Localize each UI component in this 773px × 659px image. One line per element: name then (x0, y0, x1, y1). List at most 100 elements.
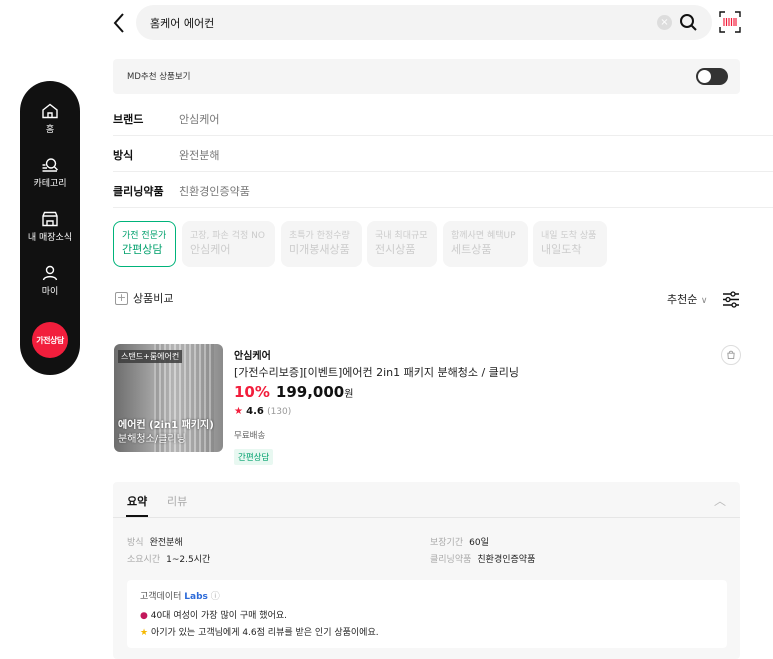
md-recommend-toggle[interactable] (696, 68, 728, 85)
chevron-down-icon: ∨ (700, 296, 708, 306)
filter-key: 클리닝약품 (113, 185, 164, 198)
cart-icon[interactable] (721, 345, 741, 365)
search-bar: × (136, 5, 712, 40)
filter-settings-icon[interactable] (722, 291, 740, 308)
labs-label: Labs (184, 592, 208, 602)
nav-item-store-news[interactable]: 내 매장소식 (20, 211, 80, 243)
search-input[interactable] (150, 5, 650, 40)
nav-item-home[interactable]: 홈 (20, 103, 80, 135)
insight-text: 40대 여성이 가장 많이 구매 했어요. (150, 611, 287, 621)
chip-line1: 함께사면 혜택UP (451, 231, 516, 241)
clear-search-icon[interactable]: × (657, 15, 672, 30)
divider (113, 517, 740, 518)
chevron-up-icon[interactable]: ︿ (714, 492, 726, 509)
spec-duration: 소요시간 1~2.5시간 (127, 552, 210, 565)
product-brand: 안심케어 (234, 351, 271, 362)
chip-easy-consult[interactable]: 가전 전문가 간편상담 (113, 221, 176, 267)
rating-score: 4.6 (246, 406, 264, 417)
md-recommend-label: MD추천 상품보기 (127, 72, 191, 82)
star-icon: ★ (234, 406, 243, 417)
thumbnail-title: 에어컨 (2in1 패키지) (118, 420, 214, 431)
currency-unit: 원 (344, 389, 354, 400)
chip-next-day[interactable]: 내일 도착 상품 내일도착 (533, 221, 607, 267)
md-recommend-bar: MD추천 상품보기 (113, 59, 740, 94)
filter-row-method[interactable]: 방식 완전분해 (113, 136, 773, 172)
filter-value[interactable]: 안심케어 (179, 111, 219, 127)
spec-method: 방식 완전분해 (127, 535, 183, 548)
product-title[interactable]: [가전수리보증][이벤트]에어컨 2in1 패키지 분해청소 / 클리닝 (234, 364, 519, 380)
sort-label: 추천순 (667, 293, 698, 306)
thumbnail-subtitle: 분해청소/클리닝 (118, 434, 186, 445)
consult-button[interactable]: 가전상담 (32, 322, 68, 358)
back-arrow-icon[interactable] (110, 11, 130, 35)
floating-side-nav: 홈 카테고리 내 매장소식 마이 가전상담 (20, 81, 80, 375)
female-avatar-icon: ● (140, 611, 148, 621)
info-icon[interactable]: ⓘ (211, 592, 220, 602)
sort-dropdown[interactable]: 추천순 ∨ (667, 291, 707, 307)
spec-value: 1~2.5시간 (166, 555, 211, 565)
compare-label: 상품비교 (133, 292, 174, 305)
filter-row-brand[interactable]: 브랜드 안심케어 (113, 100, 773, 136)
nav-label-category: 카테고리 (33, 179, 67, 189)
filter-row-cleaning-chemical[interactable]: 클리닝약품 친환경인증약품 (113, 172, 773, 208)
product-price: 10% 199,000원 (234, 383, 353, 401)
search-icon[interactable] (679, 13, 698, 32)
tab-summary[interactable]: 요약 (127, 493, 147, 509)
spec-value: 완전분해 (149, 538, 183, 548)
product-thumbnail[interactable]: 스탠드+룸에어컨 에어컨 (2in1 패키지) 분해청소/클리닝 (114, 344, 223, 452)
chip-safe-care[interactable]: 고장, 파손 걱정 NO 안심케어 (182, 221, 275, 267)
category-search-icon (42, 158, 58, 172)
spec-key: 보장기간 (430, 538, 464, 548)
shipping-info: 무료배송 (234, 431, 266, 441)
nav-label-my: 마이 (41, 287, 59, 297)
chip-line2: 미개봉새상품 (289, 243, 350, 256)
filter-key: 방식 (113, 149, 134, 162)
chip-line1: 고장, 파손 걱정 NO (190, 231, 265, 241)
consult-badge: 간편상담 (234, 449, 274, 465)
spec-value: 60일 (469, 538, 489, 548)
price-value: 199,000 (275, 383, 345, 401)
chip-line2: 세트상품 (451, 243, 492, 256)
store-icon (42, 211, 58, 227)
chip-line2: 안심케어 (190, 243, 231, 256)
chip-line1: 내일 도착 상품 (541, 231, 597, 241)
chip-line1: 초특가 한정수량 (289, 231, 350, 241)
filter-value[interactable]: 완전분해 (179, 147, 219, 163)
filter-value[interactable]: 친환경인증약품 (179, 183, 250, 199)
chip-line2: 전시상품 (375, 243, 416, 256)
tab-review[interactable]: 리뷰 (167, 493, 187, 509)
insight-line: ● 40대 여성이 가장 많이 구매 했어요. (140, 608, 287, 621)
customer-data-insight: 고객데이터 Labs ⓘ ● 40대 여성이 가장 많이 구매 했어요. ★ 아… (127, 580, 727, 648)
spec-key: 소요시간 (127, 555, 161, 565)
barcode-scan-icon[interactable] (719, 11, 741, 33)
thumbnail-tag: 스탠드+룸에어컨 (118, 350, 183, 363)
nav-item-my[interactable]: 마이 (20, 265, 80, 297)
chip-display-items[interactable]: 국내 최대규모 전시상품 (367, 221, 437, 267)
home-icon (42, 103, 58, 119)
spec-warranty: 보장기간 60일 (430, 535, 489, 548)
insight-title: 고객데이터 (140, 592, 182, 602)
chip-set-items[interactable]: 함께사면 혜택UP 세트상품 (443, 221, 528, 267)
discount-rate: 10% (234, 383, 270, 401)
plus-icon: + (115, 290, 128, 305)
chip-unopened-new[interactable]: 초특가 한정수량 미개봉새상품 (281, 221, 362, 267)
chip-line1: 가전 전문가 (122, 231, 167, 241)
spec-chemical: 클리닝약품 친환경인증약품 (430, 552, 535, 565)
nav-item-category[interactable]: 카테고리 (20, 157, 80, 189)
compare-toggle[interactable]: + 상품비교 (115, 290, 173, 306)
nav-label-store-news: 내 매장소식 (27, 233, 73, 243)
product-summary-panel: 요약 리뷰 ︿ 방식 완전분해 보장기간 60일 소요시간 1~2.5시간 클리닝약품… (113, 482, 740, 659)
insight-text: 아기가 있는 고객님에게 4.6점 리뷰를 받은 인기 상품이에요. (150, 628, 379, 638)
chip-line2: 간편상담 (122, 243, 163, 256)
product-rating: ★ 4.6 (130) (234, 406, 291, 417)
spec-value: 친환경인증약품 (477, 555, 536, 565)
spec-key: 방식 (127, 538, 144, 548)
spec-key: 클리닝약품 (430, 555, 472, 565)
insight-line: ★ 아기가 있는 고객님에게 4.6점 리뷰를 받은 인기 상품이에요. (140, 625, 379, 638)
user-icon (42, 265, 58, 281)
star-sparkle-icon: ★ (140, 628, 149, 638)
filter-key: 브랜드 (113, 113, 144, 126)
chip-line1: 국내 최대규모 (375, 231, 428, 241)
nav-label-home: 홈 (45, 125, 55, 135)
review-count: (130) (267, 407, 292, 417)
